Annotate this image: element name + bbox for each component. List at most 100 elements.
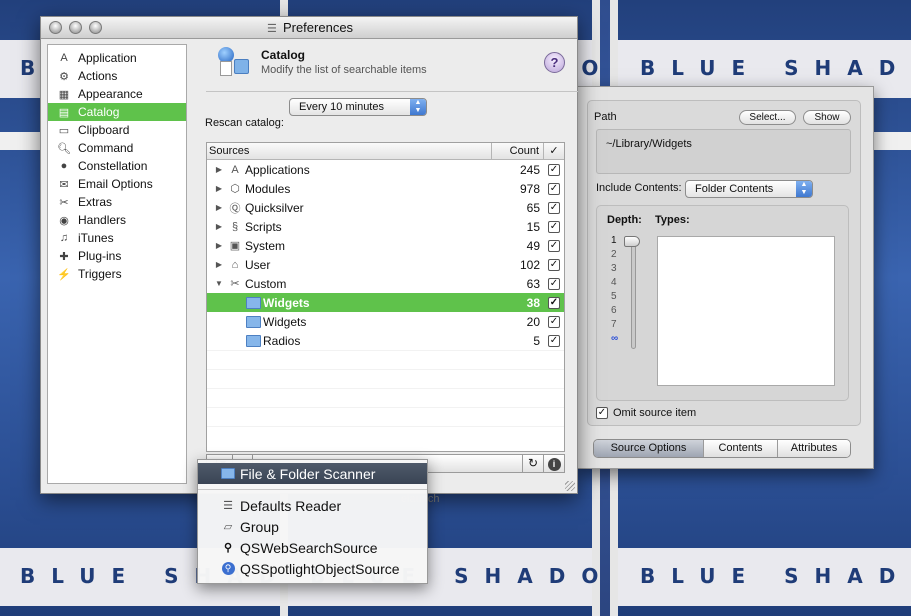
table-row[interactable]: ▶ ⌂ User 102 ✓ [207, 255, 564, 274]
sidebar-item-appearance[interactable]: ▦ Appearance [48, 85, 186, 103]
magnifier-icon: 🔍︎ [57, 142, 71, 155]
menu-item-label: QSSpotlightObjectSource [240, 560, 400, 577]
sidebar-item-application[interactable]: A Application [48, 49, 186, 67]
refresh-icon[interactable]: ↻ [522, 454, 544, 473]
source-enabled-checkbox[interactable]: ✓ [548, 220, 560, 233]
sidebar-item-triggers[interactable]: ⚡ Triggers [48, 265, 186, 283]
table-row[interactable]: ▶ § Scripts 15 ✓ [207, 217, 564, 236]
source-enabled-checkbox[interactable]: ✓ [548, 182, 560, 195]
info-icon[interactable]: i [543, 454, 565, 473]
depth-tick: 4 [611, 277, 617, 288]
catalog-header: Catalog Modify the list of searchable it… [206, 43, 578, 85]
disclosure-triangle-icon[interactable]: ▶ [213, 241, 225, 250]
menu-item-label: Group [240, 518, 279, 535]
source-enabled-checkbox[interactable]: ✓ [548, 201, 560, 214]
table-row[interactable]: ▶ A Applications 245 ✓ [207, 160, 564, 179]
show-button[interactable]: Show [803, 110, 851, 125]
table-row[interactable]: ▶ ▣ System 49 ✓ [207, 236, 564, 255]
column-enabled[interactable]: ✓ [544, 143, 564, 159]
sidebar-item-label: Handlers [78, 213, 127, 227]
table-row[interactable]: Widgets 20 ✓ [207, 312, 564, 331]
tab-attributes[interactable]: Attributes [778, 440, 850, 457]
depth-tick: 3 [611, 263, 617, 274]
puzzle-icon: ✚ [59, 250, 69, 263]
disclosure-triangle-icon[interactable]: ▶ [213, 165, 225, 174]
source-enabled-checkbox[interactable]: ✓ [548, 334, 560, 347]
sidebar-item-plug-ins[interactable]: ✚ Plug-ins [48, 247, 186, 265]
catalog-icon: ▤ [58, 106, 70, 119]
document-icon [220, 61, 232, 76]
empty-row [207, 388, 564, 407]
preferences-sidebar: A Application ⚙ Actions ▦ Appearance ▤ Catal… [47, 44, 187, 484]
source-enabled-checkbox[interactable]: ✓ [548, 239, 560, 252]
source-name: Quicksilver [245, 200, 304, 215]
depth-slider-knob[interactable] [624, 236, 640, 247]
disclosure-triangle-icon[interactable]: ▶ [213, 222, 225, 231]
source-count: 245 [519, 162, 540, 177]
disclosure-triangle-icon[interactable]: ▶ [213, 260, 225, 269]
omit-source-checkbox[interactable]: ✓ [596, 407, 608, 419]
menu-item-group[interactable]: ▱ Group [198, 516, 427, 537]
path-field[interactable]: ~/Library/Widgets [596, 129, 851, 174]
resize-grip-icon[interactable] [565, 481, 575, 491]
sidebar-item-extras[interactable]: ✂ Extras [48, 193, 186, 211]
catalog-header-icon [218, 47, 252, 77]
table-row-selected[interactable]: Widgets 38 ✓ [207, 293, 564, 312]
source-name: Widgets [263, 314, 307, 329]
menu-item-file-folder-scanner[interactable]: File & Folder Scanner [198, 463, 427, 484]
source-enabled-checkbox[interactable]: ✓ [548, 296, 560, 309]
sidebar-item-label: Catalog [78, 105, 120, 119]
sidebar-item-handlers[interactable]: ◉ Handlers [48, 211, 186, 229]
popup-arrows-icon: ▲ ▼ [796, 181, 812, 197]
sidebar-item-itunes[interactable]: ♫ iTunes [48, 229, 186, 247]
include-contents-popup[interactable]: Folder Contents ▲ ▼ [685, 180, 813, 198]
sidebar-item-label: Constellation [78, 159, 148, 173]
types-list[interactable] [657, 236, 835, 386]
sidebar-item-constellation[interactable]: ● Constellation [48, 157, 186, 175]
menu-item-defaults-reader[interactable]: ☰ Defaults Reader [198, 495, 427, 516]
source-enabled-checkbox[interactable]: ✓ [548, 315, 560, 328]
table-row[interactable]: ▼ ✂ Custom 63 ✓ [207, 274, 564, 293]
sidebar-item-email-options[interactable]: ✉ Email Options [48, 175, 186, 193]
omit-source-option[interactable]: ✓ Omit source item [596, 407, 696, 419]
source-enabled-checkbox[interactable]: ✓ [548, 258, 560, 271]
sidebar-item-catalog[interactable]: ▤ Catalog [48, 103, 186, 121]
sidebar-item-label: Email Options [78, 177, 153, 191]
depth-slider-track[interactable] [631, 237, 636, 349]
depth-tick: 5 [611, 291, 617, 302]
quicksilver-icon: Ⓠ [229, 202, 241, 215]
page-title: Catalog [261, 48, 306, 62]
menu-item-spotlight-source[interactable]: ⚲ QSSpotlightObjectSource [198, 558, 427, 579]
column-sources[interactable]: Sources [207, 143, 492, 159]
rescan-popup[interactable]: Every 10 minutes ▲ ▼ [289, 98, 427, 116]
poster-text: BLUE SHADOW [618, 548, 911, 606]
table-row[interactable]: ▶ Ⓠ Quicksilver 65 ✓ [207, 198, 564, 217]
title-bar[interactable]: ☰ Preferences [41, 17, 577, 39]
app-a-icon: A [60, 52, 68, 64]
empty-row [207, 426, 564, 445]
menu-item-web-search-source[interactable]: ⚲ QSWebSearchSource [198, 537, 427, 558]
empty-row [207, 407, 564, 426]
include-contents-value: Folder Contents [695, 183, 774, 195]
tab-contents[interactable]: Contents [704, 440, 778, 457]
select-button[interactable]: Select... [739, 110, 796, 125]
tools-icon: ✂ [230, 278, 240, 290]
source-enabled-checkbox[interactable]: ✓ [548, 163, 560, 176]
column-count[interactable]: Count [492, 143, 544, 159]
drawer-tabs: Source Options Contents Attributes [593, 439, 851, 458]
help-button[interactable]: ? [544, 52, 565, 73]
sidebar-item-clipboard[interactable]: ▭ Clipboard [48, 121, 186, 139]
sidebar-item-command[interactable]: 🔍︎ Command [48, 139, 186, 157]
sidebar-item-actions[interactable]: ⚙ Actions [48, 67, 186, 85]
empty-row [207, 369, 564, 388]
table-row[interactable]: ▶ ⬡ Modules 978 ✓ [207, 179, 564, 198]
source-enabled-checkbox[interactable]: ✓ [548, 277, 560, 290]
tab-source-options[interactable]: Source Options [594, 440, 704, 457]
sidebar-item-label: Command [78, 141, 134, 155]
disclosure-triangle-expanded-icon[interactable]: ▼ [213, 279, 225, 288]
menu-separator [198, 489, 427, 490]
table-row[interactable]: Radios 5 ✓ [207, 331, 564, 350]
sidebar-item-label: Appearance [78, 87, 143, 101]
disclosure-triangle-icon[interactable]: ▶ [213, 203, 225, 212]
disclosure-triangle-icon[interactable]: ▶ [213, 184, 225, 193]
